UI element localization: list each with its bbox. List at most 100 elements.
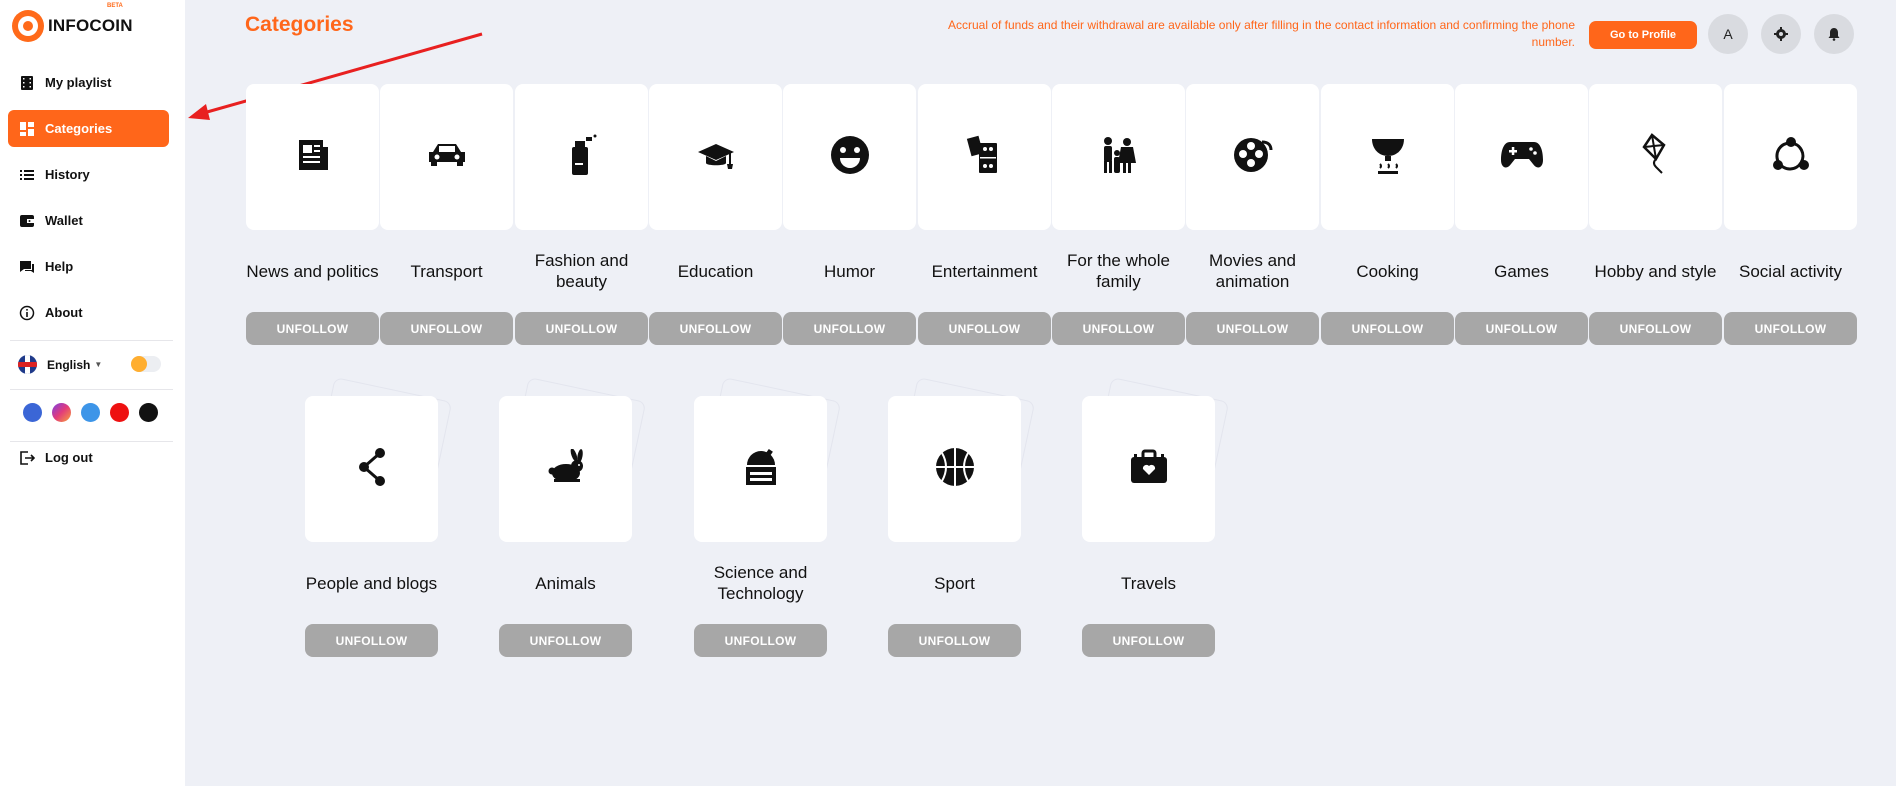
unfollow-button[interactable]: UNFOLLOW [783,312,916,345]
sidebar-item-history[interactable]: History [8,156,169,193]
app-logo[interactable]: INFOCOIN [12,10,133,42]
sidebar-item-my-playlist[interactable]: My playlist [8,64,169,101]
unfollow-button[interactable]: UNFOLLOW [888,624,1021,657]
youtube-icon[interactable] [110,403,129,422]
cooking-pot-icon [1368,133,1408,182]
chat-icon [19,259,35,275]
unfollow-button[interactable]: UNFOLLOW [1724,312,1857,345]
category-image[interactable] [1186,84,1319,230]
sidebar-item-wallet[interactable]: Wallet [8,202,169,239]
category-image[interactable] [246,84,379,230]
category-label: Sport [934,573,975,593]
unfollow-button[interactable]: UNFOLLOW [515,312,648,345]
film-icon [19,75,35,91]
page-title: Categories [245,13,354,36]
tiktok-icon[interactable] [139,403,158,422]
basketball-icon [934,446,976,493]
info-icon [19,305,35,321]
graduation-cap-icon [696,138,736,177]
sidebar-item-about[interactable]: About [8,294,169,331]
category-label: Education [677,261,754,281]
unfollow-button[interactable]: UNFOLLOW [1186,312,1319,345]
share-icon [354,445,390,494]
category-label: Social activity [1739,261,1842,281]
perfume-icon [564,133,600,182]
sun-icon [131,356,147,372]
logout-button[interactable]: Log out [8,439,169,476]
gear-icon[interactable] [1761,14,1801,54]
dice-cards-icon [965,133,1005,182]
theme-toggle[interactable] [131,356,161,372]
category-image[interactable] [888,396,1021,542]
category-label: Transport [410,261,483,281]
unfollow-button[interactable]: UNFOLLOW [246,312,379,345]
uk-flag-icon [18,355,37,374]
logout-icon [19,450,35,466]
sidebar: INFOCOIN BETA My playlist Categories His… [0,0,185,786]
category-image[interactable] [515,84,648,230]
smile-icon [829,134,871,181]
film-reel-icon [1232,134,1274,181]
category-label: Movies and animation [1209,251,1296,291]
newspaper-icon [293,135,333,180]
category-label: People and blogs [305,573,438,593]
sidebar-item-label: Help [45,259,74,274]
category-image[interactable] [783,84,916,230]
grid-icon [19,121,35,137]
sidebar-divider [10,389,173,390]
category-label: Fashion and beauty [534,251,629,291]
kite-icon [1636,132,1676,182]
category-label: Hobby and style [1594,261,1717,281]
observatory-icon [741,445,781,494]
twitter-icon[interactable] [81,403,100,422]
category-image[interactable] [649,84,782,230]
unfollow-button[interactable]: UNFOLLOW [918,312,1051,345]
go-to-profile-button[interactable]: Go to Profile [1589,21,1697,49]
language-select[interactable]: English ▼ [18,355,102,374]
sidebar-item-label: Categories [45,121,113,136]
sidebar-item-label: History [45,167,90,182]
unfollow-button[interactable]: UNFOLLOW [1321,312,1454,345]
sidebar-item-label: About [45,305,83,320]
instagram-icon[interactable] [52,403,71,422]
category-label: Animals [535,573,596,593]
category-label: Games [1494,261,1549,281]
sidebar-item-label: Wallet [45,213,83,228]
unfollow-button[interactable]: UNFOLLOW [1589,312,1722,345]
avatar-button[interactable]: A [1708,14,1748,54]
category-label: Cooking [1356,261,1419,281]
category-label: Entertainment [931,261,1038,281]
category-image[interactable] [1589,84,1722,230]
category-image[interactable] [305,396,438,542]
category-image[interactable] [1724,84,1857,230]
category-image[interactable] [1082,396,1215,542]
category-image[interactable] [380,84,513,230]
unfollow-button[interactable]: UNFOLLOW [1052,312,1185,345]
suitcase-icon [1128,447,1170,492]
logout-label: Log out [45,450,93,465]
facebook-icon[interactable] [23,403,42,422]
sidebar-item-help[interactable]: Help [8,248,169,285]
infocoin-logo-icon [12,10,44,42]
category-label: Science and Technology [713,563,808,603]
unfollow-button[interactable]: UNFOLLOW [1082,624,1215,657]
category-image[interactable] [694,396,827,542]
unfollow-button[interactable]: UNFOLLOW [649,312,782,345]
sidebar-divider [10,340,173,341]
unfollow-button[interactable]: UNFOLLOW [499,624,632,657]
category-image[interactable] [499,396,632,542]
category-image[interactable] [918,84,1051,230]
unfollow-button[interactable]: UNFOLLOW [380,312,513,345]
category-image[interactable] [1052,84,1185,230]
category-image[interactable] [1455,84,1588,230]
contact-info-notice: Accrual of funds and their withdrawal ar… [947,18,1575,49]
network-icon [1770,135,1812,180]
unfollow-button[interactable]: UNFOLLOW [694,624,827,657]
category-label: Travels [1120,573,1177,593]
bell-icon[interactable] [1814,14,1854,54]
unfollow-button[interactable]: UNFOLLOW [305,624,438,657]
unfollow-button[interactable]: UNFOLLOW [1455,312,1588,345]
sidebar-item-label: My playlist [45,75,112,90]
sidebar-item-categories[interactable]: Categories [8,110,169,147]
category-image[interactable] [1321,84,1454,230]
